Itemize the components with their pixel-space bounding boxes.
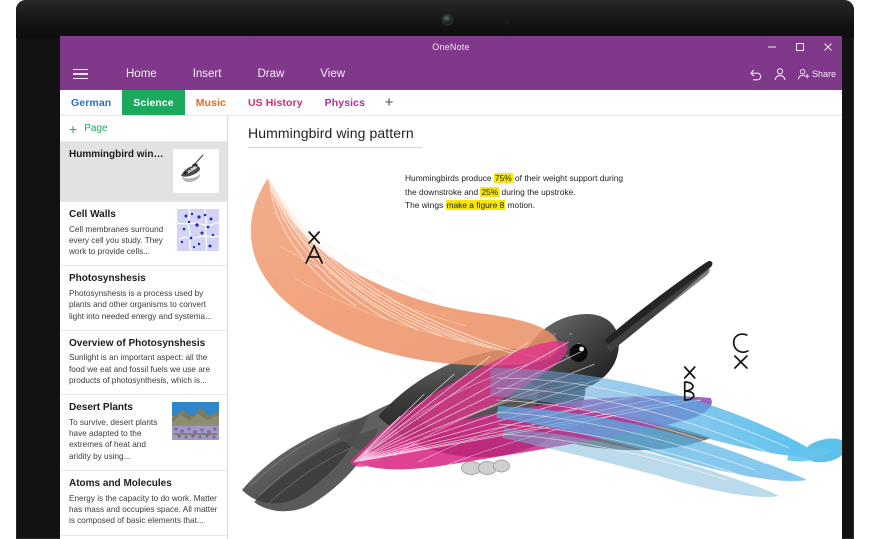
page-list-item-desert-plants[interactable]: Desert Plants To survive, desert plants … bbox=[60, 395, 227, 472]
light-sensor-icon bbox=[505, 19, 510, 24]
note-line2-part1: the downstroke and bbox=[405, 186, 481, 197]
page-item-snippet: Energy is the capacity to do work. Matte… bbox=[69, 493, 218, 526]
minimize-button[interactable] bbox=[758, 36, 786, 58]
hummingbird-thumb bbox=[173, 149, 219, 193]
page-item-title: Photosynshesis bbox=[69, 273, 146, 285]
share-button[interactable]: Share bbox=[797, 67, 836, 81]
onenote-window: OneNote Home Insert Draw View Share Germ… bbox=[60, 36, 842, 539]
screen-bezel: OneNote Home Insert Draw View Share Germ… bbox=[16, 0, 854, 539]
ribbon-tab-view[interactable]: View bbox=[302, 58, 363, 90]
note-line-1: Hummingbirds produce 75% of their weight… bbox=[405, 172, 645, 186]
marker-c bbox=[732, 333, 749, 369]
desert-thumb bbox=[172, 402, 219, 441]
note-line3-part1: The wings bbox=[405, 200, 446, 211]
note-line3-part2: motion. bbox=[505, 200, 536, 211]
person-icon[interactable] bbox=[773, 67, 787, 81]
section-tab-music[interactable]: Music bbox=[185, 90, 237, 115]
laptop-device: OneNote Home Insert Draw View Share Germ… bbox=[0, 0, 870, 539]
ribbon-tab-draw[interactable]: Draw bbox=[239, 58, 302, 90]
page-item-snippet: To survive, desert plants have adapted t… bbox=[69, 417, 158, 461]
section-tab-science[interactable]: Science bbox=[122, 90, 185, 115]
page-item-snippet: Sunlight is an important aspect: all the… bbox=[69, 353, 211, 385]
title-bar: OneNote bbox=[60, 36, 842, 58]
section-label: US History bbox=[247, 96, 303, 109]
add-page-label: Page bbox=[84, 123, 108, 134]
page-item-title: Hummingbird wing... bbox=[69, 149, 167, 160]
section-label: German bbox=[71, 96, 112, 109]
page-list-item-hummingbird[interactable]: Hummingbird wing... bbox=[60, 142, 227, 202]
note-line2-part2: during the upstroke. bbox=[499, 186, 576, 197]
ribbon-tab-list: Home Insert Draw View bbox=[108, 58, 363, 90]
page-list-item-overview-of-photosynshesis[interactable]: Overview of Photosynshesis Sunlight is a… bbox=[60, 331, 227, 396]
undo-icon[interactable] bbox=[749, 68, 763, 81]
ribbon-tab-insert[interactable]: Insert bbox=[175, 58, 240, 90]
page-list-item-cell-walls[interactable]: Cell Walls Cell membranes surround every… bbox=[60, 202, 227, 267]
window-controls bbox=[758, 36, 842, 58]
note-text-block[interactable]: Hummingbirds produce 75% of their weight… bbox=[405, 172, 645, 213]
highlight-75: 75% bbox=[493, 173, 513, 183]
note-line1-part2: of their weight support during bbox=[512, 173, 624, 183]
add-section-button[interactable]: + bbox=[376, 90, 402, 115]
note-line-3: The wings make a figure 8 motion. bbox=[405, 199, 645, 213]
restore-button[interactable] bbox=[786, 36, 814, 58]
page-sidebar: + Page Hummingbird wing... Cell Walls Ce… bbox=[60, 116, 228, 539]
page-item-title: Cell Walls bbox=[69, 209, 116, 220]
note-canvas[interactable]: Hummingbird wing pattern Hummingbirds pr… bbox=[228, 116, 842, 539]
webcam-icon bbox=[443, 15, 452, 24]
section-label: Music bbox=[195, 96, 226, 109]
page-list-item-thermodynamics[interactable]: Thermodynamics Otto principle Macroscopi… bbox=[60, 536, 227, 539]
section-label: Science bbox=[133, 96, 174, 109]
page-list-item-atoms-and-molecules[interactable]: Atoms and Molecules Energy is the capaci… bbox=[60, 471, 227, 536]
highlight-figure-8: make a figure 8 bbox=[445, 200, 506, 211]
page-item-title: Desert Plants bbox=[69, 402, 133, 414]
page-item-text: Hummingbird wing... bbox=[69, 149, 167, 193]
page-item-text: Overview of Photosynshesis Sunlight is a… bbox=[69, 338, 219, 386]
ribbon-tab-home[interactable]: Home bbox=[108, 58, 175, 90]
close-button[interactable] bbox=[814, 36, 842, 58]
section-tab-us-history[interactable]: US History bbox=[237, 90, 314, 115]
page-list-item-photosynshesis[interactable]: Photosynshesis Photosynshesis is a proce… bbox=[60, 266, 227, 331]
section-tab-strip: German Science Music US History Physics … bbox=[60, 90, 842, 116]
page-item-text: Cell Walls Cell membranes surround every… bbox=[69, 209, 171, 257]
hamburger-menu-icon[interactable] bbox=[60, 58, 100, 90]
cells-thumb bbox=[177, 209, 219, 251]
page-item-text: Photosynshesis Photosynshesis is a proce… bbox=[69, 273, 219, 321]
add-page-button[interactable]: + Page bbox=[60, 116, 227, 142]
note-line1-part1: Hummingbirds produce bbox=[405, 173, 494, 183]
plus-icon: + bbox=[69, 120, 78, 137]
highlight-25: 25% bbox=[480, 186, 500, 197]
window-body: + Page Hummingbird wing... Cell Walls Ce… bbox=[60, 116, 842, 539]
app-title: OneNote bbox=[432, 42, 470, 52]
page-item-text: Atoms and Molecules Energy is the capaci… bbox=[69, 478, 219, 526]
page-item-text: Desert Plants To survive, desert plants … bbox=[69, 402, 166, 462]
ribbon-bar: Home Insert Draw View Share bbox=[60, 58, 842, 90]
page-item-title: Overview of Photosynshesis bbox=[69, 337, 206, 349]
section-tab-physics[interactable]: Physics bbox=[314, 90, 376, 115]
marker-b bbox=[683, 366, 696, 401]
page-list[interactable]: Hummingbird wing... Cell Walls Cell memb… bbox=[60, 142, 227, 539]
note-line-2: the downstroke and 25% during the upstro… bbox=[405, 186, 645, 200]
section-tab-german[interactable]: German bbox=[60, 90, 122, 115]
bezel-top-sheen bbox=[16, 0, 854, 38]
ribbon-actions: Share bbox=[749, 58, 836, 90]
page-item-snippet: Photosynshesis is a process used by plan… bbox=[69, 288, 212, 321]
page-item-title: Atoms and Molecules bbox=[69, 478, 172, 490]
page-item-snippet: Cell membranes surround every cell you s… bbox=[69, 224, 164, 257]
section-label: Physics bbox=[324, 96, 366, 109]
share-label: Share bbox=[811, 69, 836, 79]
